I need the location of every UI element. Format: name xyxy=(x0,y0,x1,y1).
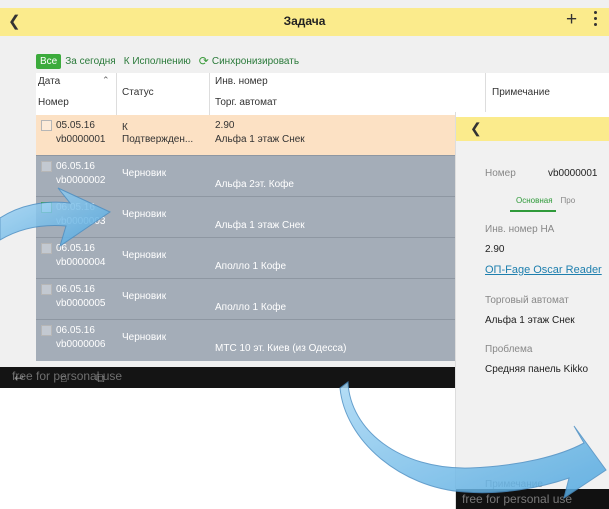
row-checkbox[interactable] xyxy=(41,243,52,254)
vending-value[interactable]: Альфа 1 этаж Снек xyxy=(485,315,575,326)
row-date: 06.05.16 xyxy=(56,284,95,295)
row-date: 05.05.16 xyxy=(56,120,95,131)
tab-other[interactable]: Про xyxy=(561,196,576,205)
filter-to-execute-button[interactable]: К Исполнению xyxy=(124,56,191,67)
inv-value[interactable]: 2.90 xyxy=(485,244,504,255)
row-status: Черновик xyxy=(122,332,167,343)
filter-bar: Все За сегодня К Исполнению ⟳ Синхронизи… xyxy=(36,53,307,69)
filter-today-button[interactable]: За сегодня xyxy=(65,56,115,67)
row-status: Черновик xyxy=(122,291,167,302)
row-date: 06.05.16 xyxy=(56,202,95,213)
row-vending: Аполло 1 Кофе xyxy=(215,261,287,272)
column-header-note[interactable]: Примечание xyxy=(492,87,550,98)
table-header: Дата ⌃ Номер Статус Инв. номер Торг. авт… xyxy=(36,73,609,115)
row-checkbox[interactable] xyxy=(41,284,52,295)
row-checkbox[interactable] xyxy=(41,161,52,172)
row-status: Черновик xyxy=(122,209,167,220)
page-title: Задача xyxy=(283,14,326,28)
row-number: vb0000004 xyxy=(56,257,106,268)
title-bar: ❮ Задача + xyxy=(0,8,609,36)
inv-label: Инв. номер НА xyxy=(485,224,555,235)
row-vending: Альфа 2эт. Кофе xyxy=(215,179,294,190)
row-number: vb0000002 xyxy=(56,175,106,186)
row-checkbox[interactable] xyxy=(41,325,52,336)
column-divider xyxy=(485,73,486,115)
number-value: vb0000001 xyxy=(548,168,598,179)
row-date: 06.05.16 xyxy=(56,243,95,254)
row-checkbox[interactable] xyxy=(41,202,52,213)
row-date: 06.05.16 xyxy=(56,161,95,172)
number-label: Номер xyxy=(485,168,516,179)
row-status: Черновик xyxy=(122,168,167,179)
column-divider xyxy=(116,73,117,115)
row-status-line2: Подтвержден... xyxy=(122,134,194,145)
column-header-status[interactable]: Статус xyxy=(122,87,154,98)
row-vending: Альфа 1 этаж Снек xyxy=(215,220,305,231)
vending-label: Торговый автомат xyxy=(485,295,569,306)
row-checkbox[interactable] xyxy=(41,120,52,131)
problem-value[interactable]: Средняя панель Kikko xyxy=(485,364,588,375)
back-arrow-icon[interactable]: ❮ xyxy=(470,120,482,137)
problem-label: Проблема xyxy=(485,344,533,355)
kebab-menu-icon[interactable] xyxy=(594,11,598,29)
row-status: Черновик xyxy=(122,250,167,261)
row-date: 06.05.16 xyxy=(56,325,95,336)
row-number: vb0000005 xyxy=(56,298,106,309)
sync-button[interactable]: Синхронизировать xyxy=(212,56,299,67)
sort-up-icon[interactable]: ⌃ xyxy=(102,75,110,86)
column-header-inv[interactable]: Инв. номер xyxy=(215,76,268,87)
equipment-link[interactable]: ОП-Fage Oscar Reader xyxy=(485,264,602,276)
row-number: vb0000001 xyxy=(56,134,106,145)
detail-tabs: Основная Про xyxy=(516,196,575,205)
watermark: free for personal use xyxy=(12,369,123,383)
column-header-number[interactable]: Номер xyxy=(38,97,69,108)
row-inv: 2.90 xyxy=(215,120,235,131)
row-vending: Аполло 1 Кофе xyxy=(215,302,287,313)
column-divider xyxy=(209,73,210,115)
watermark: free for personal use xyxy=(462,492,573,506)
row-vending: МТС 10 эт. Киев (из Одесса) xyxy=(215,343,347,354)
tab-main[interactable]: Основная xyxy=(516,196,553,205)
detail-title-bar: ❮ xyxy=(456,117,609,141)
row-vending: Альфа 1 этаж Снек xyxy=(215,134,305,145)
row-number: vb0000003 xyxy=(56,216,106,227)
row-number: vb0000006 xyxy=(56,339,106,350)
task-detail-screen: ❮ Номер vb0000001 Основная Про Инв. номер… xyxy=(455,112,609,509)
column-header-vending[interactable]: Торг. автомат xyxy=(215,97,277,108)
sync-icon[interactable]: ⟳ xyxy=(199,54,209,68)
active-tab-indicator xyxy=(510,210,556,212)
add-icon[interactable]: + xyxy=(566,9,577,31)
filter-all-button[interactable]: Все xyxy=(36,53,62,69)
column-header-date[interactable]: Дата xyxy=(38,76,60,87)
